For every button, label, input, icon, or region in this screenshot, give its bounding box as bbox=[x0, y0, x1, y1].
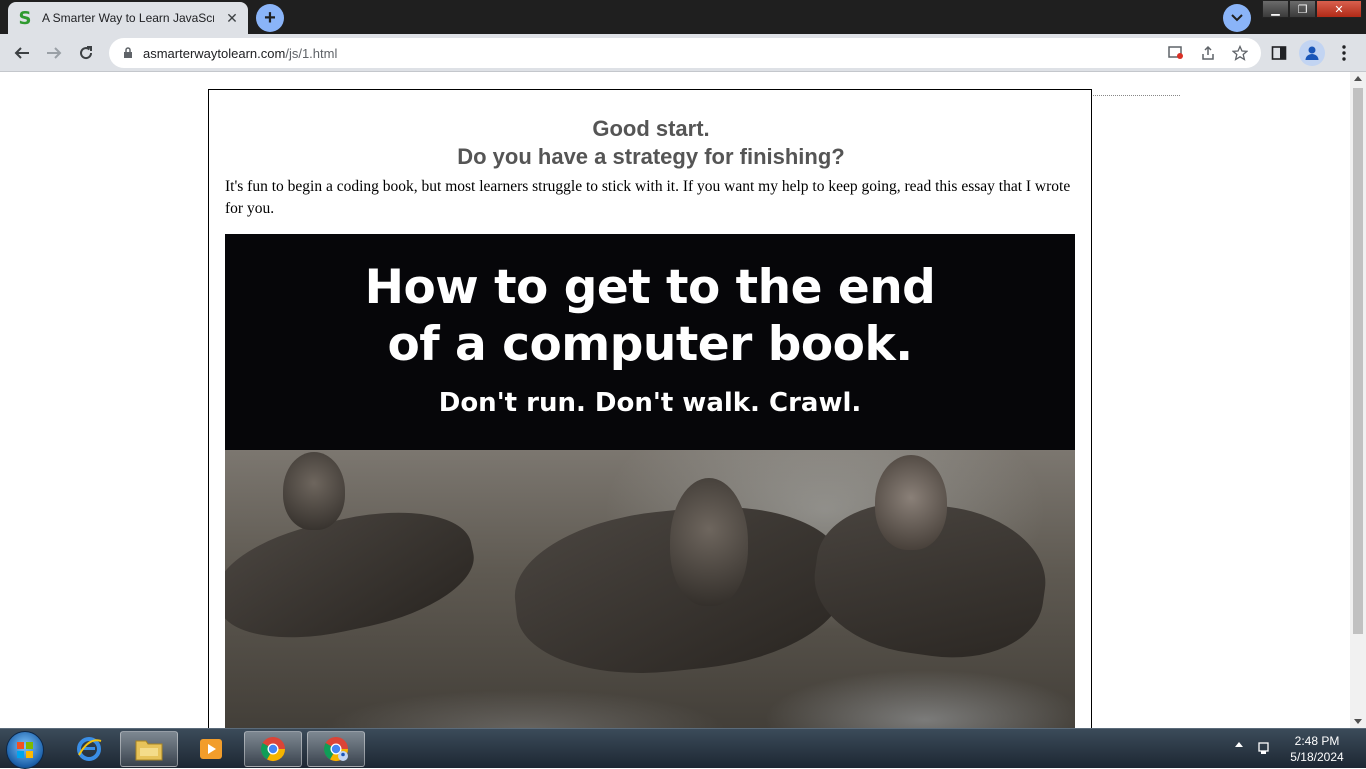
person-center-head bbox=[670, 478, 748, 606]
tray-expand-icon[interactable] bbox=[1235, 742, 1243, 747]
chrome-profile-icon bbox=[323, 737, 348, 762]
reload-button[interactable] bbox=[72, 39, 100, 67]
profile-avatar[interactable] bbox=[1299, 40, 1325, 66]
folder-icon bbox=[135, 740, 163, 761]
vertical-scrollbar[interactable] bbox=[1350, 72, 1366, 728]
back-button[interactable] bbox=[8, 39, 36, 67]
mud-crawl-photo[interactable] bbox=[225, 450, 1075, 728]
page-viewport: Good start. Do you have a strategy for f… bbox=[0, 72, 1350, 728]
banner-subtitle: Don't run. Don't walk. Crawl. bbox=[438, 388, 862, 418]
browser-menu-icon[interactable] bbox=[1334, 43, 1354, 63]
tab-strip: S A Smarter Way to Learn JavaScript ✕ + … bbox=[0, 0, 1366, 34]
scroll-down-arrow-icon[interactable] bbox=[1354, 719, 1362, 724]
share-icon[interactable] bbox=[1200, 45, 1216, 61]
system-clock[interactable]: 2:48 PM 5/18/2024 bbox=[1282, 733, 1352, 765]
chevron-down-icon bbox=[1231, 14, 1243, 22]
taskbar-chrome[interactable] bbox=[244, 731, 302, 767]
chrome-icon bbox=[260, 737, 285, 762]
minimize-button[interactable]: ▁ bbox=[1262, 0, 1289, 18]
taskbar-internet-explorer[interactable] bbox=[60, 731, 118, 767]
window-controls: ▁ ❐ ✕ bbox=[1262, 0, 1362, 18]
arrow-left-icon bbox=[14, 47, 29, 59]
translate-blocked-icon[interactable] bbox=[1168, 45, 1184, 61]
close-tab-icon[interactable]: ✕ bbox=[224, 10, 240, 26]
new-tab-button[interactable]: + bbox=[256, 4, 284, 32]
essay-banner[interactable]: How to get to the end of a computer book… bbox=[225, 234, 1075, 450]
url-path: /js/1.html bbox=[285, 45, 338, 61]
person-left-head bbox=[283, 452, 345, 530]
browser-tab[interactable]: S A Smarter Way to Learn JavaScript ✕ bbox=[8, 2, 248, 34]
person-icon bbox=[1305, 46, 1319, 60]
clock-date: 5/18/2024 bbox=[1290, 750, 1344, 764]
clock-time: 2:48 PM bbox=[1294, 734, 1340, 748]
content-panel: Good start. Do you have a strategy for f… bbox=[208, 89, 1092, 728]
taskbar-media-player[interactable] bbox=[182, 731, 240, 767]
page-subheading: Do you have a strategy for finishing? bbox=[457, 144, 845, 169]
tab-title: A Smarter Way to Learn JavaScript bbox=[42, 11, 214, 25]
restore-button[interactable]: ❐ bbox=[1289, 0, 1316, 18]
banner-title-line2: of a computer book. bbox=[387, 317, 913, 372]
person-right-head bbox=[875, 455, 947, 550]
scroll-thumb[interactable] bbox=[1353, 88, 1363, 634]
forward-button[interactable] bbox=[40, 39, 68, 67]
intro-paragraph: It's fun to begin a coding book, but mos… bbox=[225, 178, 1071, 217]
scroll-up-arrow-icon[interactable] bbox=[1354, 76, 1362, 81]
media-player-icon bbox=[200, 739, 222, 759]
taskbar-file-explorer[interactable] bbox=[120, 731, 178, 767]
side-panel-icon[interactable] bbox=[1269, 43, 1289, 63]
lock-icon[interactable] bbox=[121, 46, 135, 60]
url-domain: asmarterwaytolearn.com bbox=[143, 45, 286, 61]
network-icon[interactable] bbox=[1257, 741, 1271, 755]
internet-explorer-icon bbox=[77, 737, 102, 761]
start-button[interactable] bbox=[6, 731, 44, 769]
site-favicon-icon: S bbox=[18, 7, 32, 29]
close-window-button[interactable]: ✕ bbox=[1316, 0, 1362, 18]
page-heading: Good start. bbox=[592, 116, 710, 141]
browser-toolbar: asmarterwaytolearn.com/js/1.html bbox=[0, 34, 1366, 72]
url-text: asmarterwaytolearn.com/js/1.html bbox=[143, 46, 337, 61]
arrow-right-icon bbox=[47, 47, 62, 59]
reload-icon bbox=[80, 46, 93, 60]
tab-search-button[interactable] bbox=[1223, 4, 1251, 32]
taskbar-chrome-profile[interactable] bbox=[307, 731, 365, 767]
address-bar[interactable]: asmarterwaytolearn.com/js/1.html bbox=[109, 38, 1261, 68]
windows-logo-icon bbox=[17, 742, 33, 758]
person-left bbox=[225, 494, 484, 656]
windows-taskbar: 2:48 PM 5/18/2024 bbox=[0, 728, 1366, 769]
bookmark-star-icon[interactable] bbox=[1232, 45, 1248, 61]
banner-title-line1: How to get to the end bbox=[364, 260, 936, 315]
